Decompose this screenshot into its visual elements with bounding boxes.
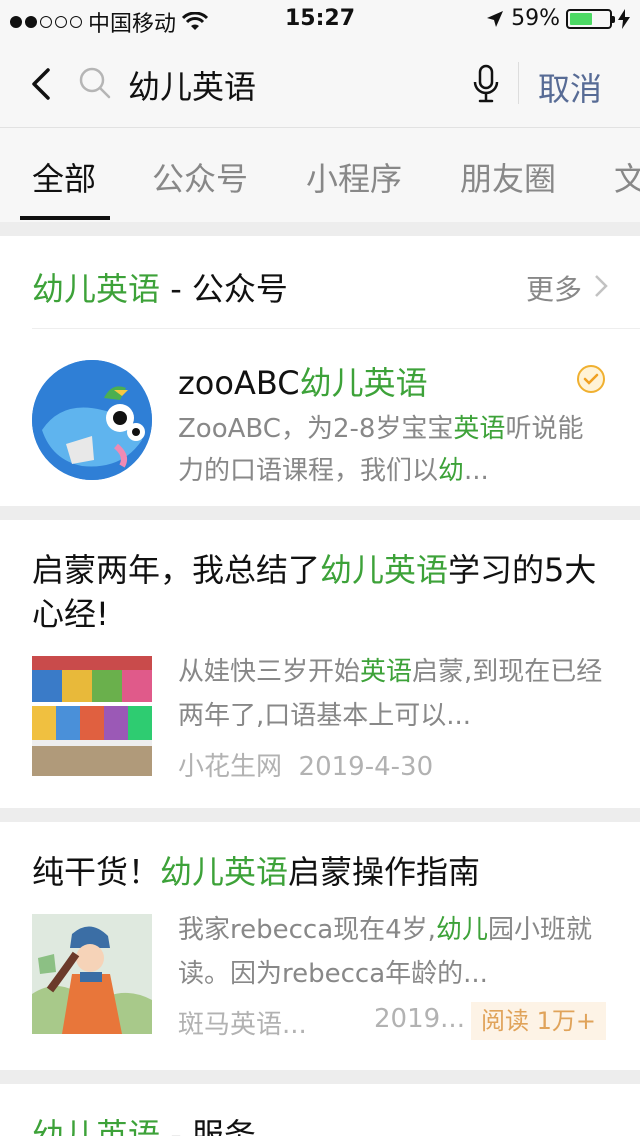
article-title[interactable]: 纯干货！幼儿英语启蒙操作指南 xyxy=(32,850,612,894)
article-snippet-keyword: 幼儿 xyxy=(435,915,488,945)
article-snippet-text: 我家rebecca现在4岁, xyxy=(178,915,436,945)
article-title[interactable]: 启蒙两年，我总结了幼儿英语学习的5大心经! xyxy=(32,548,612,636)
tab-mini-programs[interactable]: 小程序 xyxy=(306,154,402,200)
battery-percent: 59% xyxy=(511,6,560,31)
verified-badge-icon xyxy=(577,365,605,393)
article-card[interactable]: 启蒙两年，我总结了幼儿英语学习的5大心经! 从娃快三岁开始英语启蒙,到现在已经两… xyxy=(0,520,640,808)
article-source: 斑马英语... xyxy=(178,1010,307,1040)
search-header: 幼儿英语 取消 xyxy=(0,40,640,128)
article-snippet-keyword: 英语 xyxy=(360,657,413,687)
tab-all[interactable]: 全部 xyxy=(32,154,96,200)
article-meta: 小花生网 2019-4-30 xyxy=(178,746,433,783)
article-snippet-text: 从娃快三岁开始 xyxy=(178,657,361,687)
account-avatar[interactable] xyxy=(32,360,152,480)
search-input[interactable]: 幼儿英语 xyxy=(128,62,256,108)
account-desc-keyword: 幼 xyxy=(438,456,465,486)
accounts-section: 幼儿英语 - 公众号 更多 zooABC幼儿英语 ZooABC，为2-8岁宝宝英… xyxy=(0,236,640,506)
article-date: 2019-4-30 xyxy=(298,752,434,782)
crocodile-logo-icon xyxy=(32,360,152,480)
active-tab-indicator xyxy=(20,216,110,220)
tab-official-accounts[interactable]: 公众号 xyxy=(152,154,248,200)
tab-articles[interactable]: 文 xyxy=(614,154,640,200)
more-button[interactable]: 更多 xyxy=(526,268,582,308)
account-name-keyword: 幼儿英语 xyxy=(299,364,428,402)
microphone-icon[interactable] xyxy=(472,64,500,104)
article-card[interactable]: 纯干货！幼儿英语启蒙操作指南 我家rebecca现在4岁,幼儿园小班就读。因为r… xyxy=(0,822,640,1070)
account-name-prefix: zooABC xyxy=(178,364,300,402)
chevron-right-icon[interactable] xyxy=(594,274,608,298)
article-title-text: 纯干货！ xyxy=(32,853,161,891)
account-description: ZooABC，为2-8岁宝宝英语听说能力的口语课程，我们以幼... xyxy=(178,408,598,492)
article-snippet: 我家rebecca现在4岁,幼儿园小班就读。因为rebecca年龄的... xyxy=(178,908,608,996)
cancel-button[interactable]: 取消 xyxy=(538,64,602,110)
section-title-keyword: 幼儿英语 xyxy=(32,270,161,308)
section-title: 幼儿英语 - 服务 xyxy=(32,1110,256,1136)
tab-moments[interactable]: 朋友圈 xyxy=(460,154,556,200)
divider xyxy=(32,328,640,329)
header-divider xyxy=(518,62,519,104)
account-desc-keyword: 英语 xyxy=(453,414,506,444)
read-count-badge: 阅读 1万+ xyxy=(470,1002,606,1040)
article-thumbnail xyxy=(32,656,152,776)
result-tabs: 全部 公众号 小程序 朋友圈 文 xyxy=(0,128,640,222)
girl-illustration-image xyxy=(32,914,152,1034)
article-title-keyword: 幼儿英语 xyxy=(320,551,449,589)
section-title-keyword: 幼儿英语 xyxy=(32,1116,161,1136)
status-bar: 中国移动 15:27 59% xyxy=(0,0,640,40)
status-right: 59% xyxy=(485,6,630,31)
section-title-suffix: - 服务 xyxy=(160,1116,256,1136)
battery-level xyxy=(570,12,593,25)
charging-bolt-icon xyxy=(618,8,630,29)
search-icon xyxy=(79,67,111,99)
article-snippet: 从娃快三岁开始英语启蒙,到现在已经两年了,口语基本上可以... xyxy=(178,650,608,738)
battery-icon xyxy=(566,8,615,29)
account-name[interactable]: zooABC幼儿英语 xyxy=(178,358,428,404)
account-desc-ellipsis: ... xyxy=(464,456,489,486)
services-section: 幼儿英语 - 服务 xyxy=(0,1084,640,1136)
back-chevron-icon[interactable] xyxy=(28,68,52,100)
section-title: 幼儿英语 - 公众号 xyxy=(32,264,288,310)
section-title-suffix: - 公众号 xyxy=(160,270,288,308)
article-thumbnail xyxy=(32,914,152,1034)
location-arrow-icon xyxy=(487,10,504,27)
article-date: 2019... xyxy=(374,1004,465,1034)
article-source: 小花生网 xyxy=(178,752,283,782)
article-title-text: 启蒙两年，我总结了 xyxy=(32,551,321,589)
article-title-text: 启蒙操作指南 xyxy=(288,853,481,891)
article-title-keyword: 幼儿英语 xyxy=(160,853,289,891)
bookshelf-image xyxy=(32,656,152,776)
account-desc-text: ZooABC，为2-8岁宝宝 xyxy=(178,414,454,444)
